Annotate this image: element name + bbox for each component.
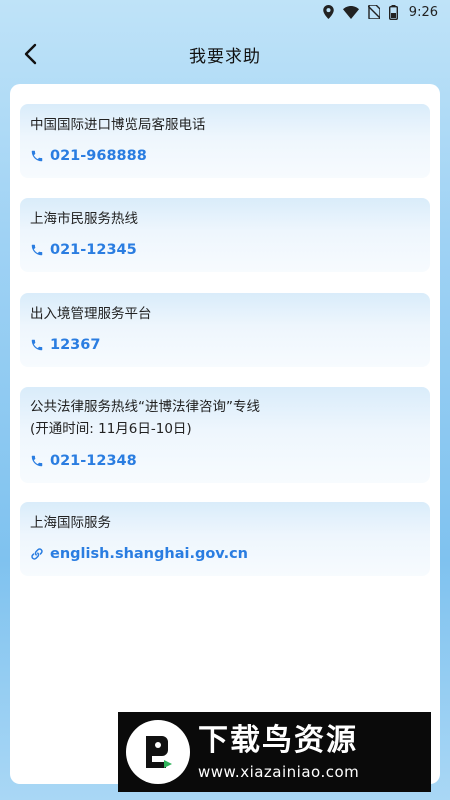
phone-number: 021-12348 — [50, 453, 137, 469]
status-bar: 9:26 — [0, 0, 450, 24]
card-title: 中国国际进口博览局客服电话 — [30, 117, 206, 133]
help-card-international-service: 上海国际服务 english.shanghai.gov.cn — [20, 502, 430, 576]
link-icon — [31, 548, 43, 560]
card-title: 上海市民服务热线 — [30, 211, 138, 227]
phone-icon — [31, 339, 43, 351]
help-card-expo-hotline: 中国国际进口博览局客服电话 021-968888 — [20, 104, 430, 178]
battery-icon — [388, 4, 398, 20]
page-title: 我要求助 — [189, 46, 261, 67]
card-title: 公共法律服务热线“进博法律咨询”专线 — [30, 399, 260, 415]
chevron-left-icon — [24, 43, 37, 65]
bird-logo-icon — [126, 720, 190, 784]
status-time: 9:26 — [408, 4, 438, 20]
wifi-icon — [342, 5, 359, 19]
phone-link[interactable]: 021-12345 — [30, 242, 137, 258]
help-panel: 中国国际进口博览局客服电话 021-968888 上海市民服务热线 021-12… — [10, 84, 440, 784]
website-link[interactable]: english.shanghai.gov.cn — [30, 546, 248, 562]
phone-icon — [31, 244, 43, 256]
phone-link[interactable]: 021-968888 — [30, 148, 147, 164]
phone-icon — [31, 455, 43, 467]
watermark-url: www.xiazainiao.com — [198, 763, 360, 781]
card-title: 上海国际服务 — [30, 515, 111, 531]
help-card-immigration: 出入境管理服务平台 12367 — [20, 293, 430, 367]
help-card-legal-hotline: 公共法律服务热线“进博法律咨询”专线 (开通时间: 11月6日-10日) 021… — [20, 387, 430, 483]
website-url: english.shanghai.gov.cn — [50, 546, 249, 562]
phone-number: 12367 — [50, 337, 101, 353]
phone-number: 021-12345 — [50, 242, 137, 258]
phone-link[interactable]: 12367 — [30, 337, 100, 353]
location-icon — [323, 5, 334, 19]
card-subtitle: (开通时间: 11月6日-10日) — [30, 421, 192, 437]
app-header: 我要求助 — [0, 30, 450, 78]
watermark-text: 下载鸟资源 www.xiazainiao.com — [198, 723, 359, 781]
phone-icon — [31, 150, 43, 162]
back-button[interactable] — [14, 38, 46, 70]
phone-number: 021-968888 — [50, 148, 147, 164]
phone-link[interactable]: 021-12348 — [30, 453, 137, 469]
watermark-title: 下载鸟资源 — [198, 723, 358, 758]
watermark-banner: 下载鸟资源 www.xiazainiao.com — [118, 712, 431, 792]
help-card-citizen-hotline: 上海市民服务热线 021-12345 — [20, 198, 430, 272]
no-sim-icon — [367, 5, 380, 19]
card-title: 出入境管理服务平台 — [30, 306, 152, 322]
